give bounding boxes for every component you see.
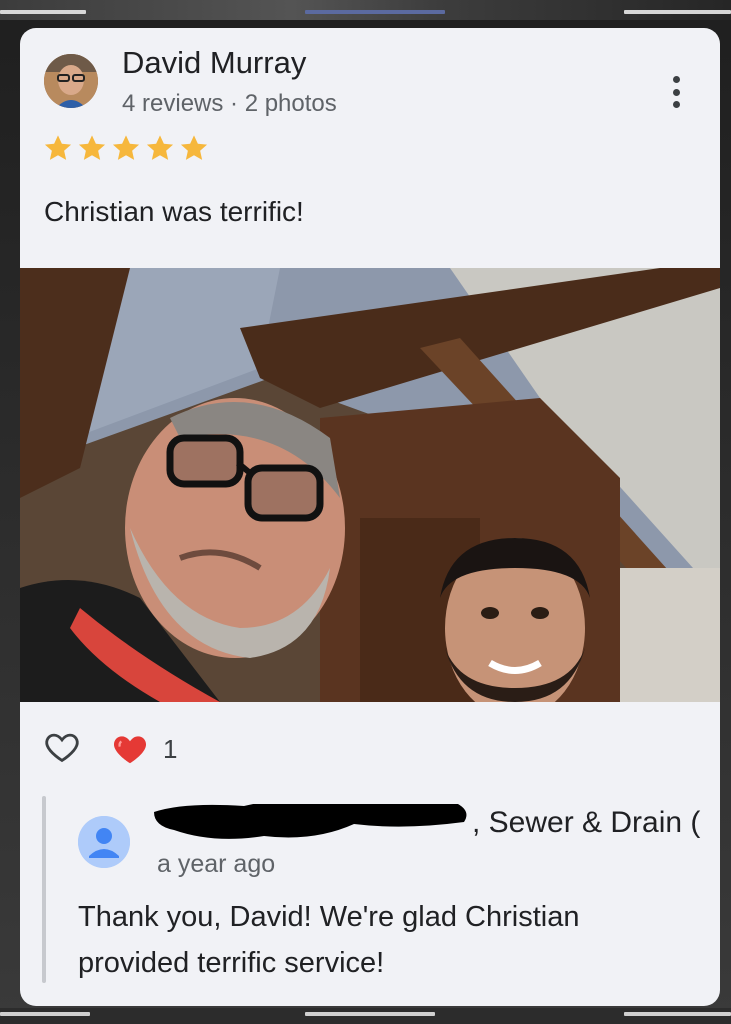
reviewer-name[interactable]: David Murray [122,45,306,81]
heart-outline-icon[interactable] [42,728,82,766]
edge-mark [0,10,86,14]
reviewer-avatar-image [44,54,98,108]
owner-avatar[interactable] [78,816,130,868]
star-icon [146,135,174,160]
star-icon [44,135,72,160]
edge-mark [305,1012,435,1016]
owner-name-text: , Sewer & Drain ( [472,805,701,839]
redaction-mark [154,804,467,839]
review-photo-image [20,268,720,702]
more-dot [672,76,680,83]
star-icon [78,135,106,160]
more-dot [672,88,680,96]
star-icon [112,135,140,160]
red-heart-icon[interactable] [110,730,150,768]
screenshot-frame: David Murray 4 reviews · 2 photos Christ… [0,0,731,1024]
reply-text: Thank you, David! We're glad Christian p… [78,901,580,979]
reviewer-meta: 4 reviews · 2 photos [122,90,337,117]
edge-mark [0,1012,90,1016]
more-dot [672,101,680,108]
bottom-edge [0,1008,731,1024]
more-options-button[interactable] [664,72,688,112]
edge-mark [305,10,445,14]
reply-divider [42,796,46,983]
reply-time: a year ago [157,850,276,878]
owner-name[interactable]: , Sewer & Drain ( [154,804,720,844]
reviewer-avatar[interactable] [44,54,98,108]
star-rating [42,132,210,164]
review-photo[interactable] [20,268,720,702]
person-icon [78,816,130,868]
review-text: Christian was terrific! [44,196,304,227]
edge-mark [624,10,731,14]
review-card: David Murray 4 reviews · 2 photos Christ… [20,28,720,1006]
top-edge [0,0,731,20]
edge-mark [624,1012,731,1016]
reaction-count: 1 [163,734,178,764]
star-icon [180,135,208,160]
